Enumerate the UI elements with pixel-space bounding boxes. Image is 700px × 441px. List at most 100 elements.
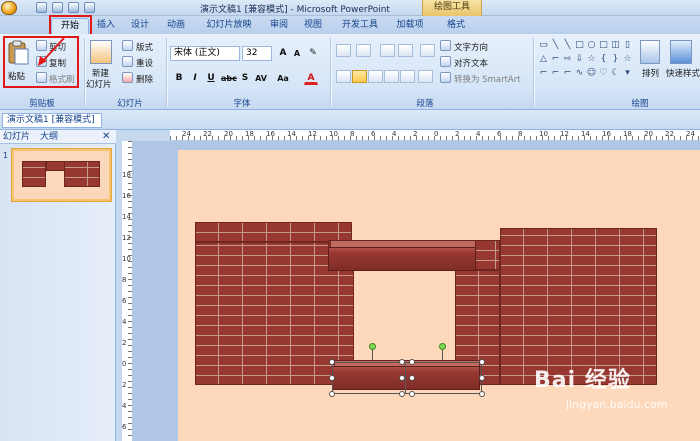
arrange-button[interactable]: 排列 <box>642 67 659 79</box>
shape-line2-icon[interactable]: ╲ <box>562 40 573 50</box>
grow-font-icon[interactable]: A <box>276 46 290 60</box>
char-spacing-icon[interactable]: AV <box>254 71 268 85</box>
shape-brace2-icon[interactable]: } <box>610 54 621 64</box>
shadow-icon[interactable]: S <box>238 71 252 85</box>
columns-icon[interactable] <box>418 70 433 83</box>
resize-handle-tr[interactable] <box>479 359 485 365</box>
tab-slides[interactable]: 幻灯片 <box>3 131 30 144</box>
resize-handle-br[interactable] <box>479 391 485 397</box>
tab-view[interactable]: 视图 <box>298 18 328 34</box>
delete-button[interactable]: 删除 <box>136 73 153 85</box>
resize-handle-tl[interactable] <box>329 359 335 365</box>
shape-corner-icon[interactable]: ⌐ <box>550 54 561 64</box>
shape-can-icon[interactable]: ▯ <box>622 40 633 50</box>
document-tab[interactable]: 演示文稿1 [兼容模式] <box>2 113 102 128</box>
quick-styles-icon[interactable] <box>670 40 692 64</box>
tab-format[interactable]: 格式 <box>440 18 472 34</box>
font-color-icon[interactable]: A <box>304 71 318 85</box>
resize-handle-mm[interactable] <box>399 375 405 381</box>
font-size-box[interactable]: 32 <box>242 46 272 61</box>
shape-triangle-icon[interactable]: △ <box>538 54 549 64</box>
resize-handle-tm2[interactable] <box>409 359 415 365</box>
tab-outline[interactable]: 大纲 <box>40 131 58 144</box>
increase-indent-icon[interactable] <box>398 44 413 57</box>
shape-curve-icon[interactable]: ∿ <box>574 68 585 78</box>
justify-icon[interactable] <box>384 70 399 83</box>
shape-connector2-icon[interactable]: ⌐ <box>562 68 573 78</box>
top-lintel-block[interactable] <box>328 247 476 271</box>
shape-heart-icon[interactable]: ♡ <box>598 68 609 78</box>
align-text-icon[interactable] <box>440 56 451 67</box>
undo-icon[interactable] <box>52 2 63 13</box>
shape-connector-icon[interactable]: ⌐ <box>550 68 561 78</box>
line-spacing-icon[interactable] <box>420 44 435 57</box>
smartart-icon[interactable] <box>440 72 451 83</box>
new-slide-label-2[interactable]: 幻灯片 <box>86 78 112 90</box>
shape-arrow-right-icon[interactable]: ⇨ <box>562 54 573 64</box>
numbering-icon[interactable] <box>356 44 371 57</box>
brick-wall-top-left[interactable] <box>195 222 352 242</box>
reset-button[interactable]: 重设 <box>136 57 153 69</box>
bullets-icon[interactable] <box>336 44 351 57</box>
italic-icon[interactable]: I <box>188 71 202 85</box>
tab-addins[interactable]: 加载项 <box>392 18 428 34</box>
shrink-font-icon[interactable]: A <box>290 46 304 60</box>
quick-access-more-icon[interactable] <box>84 2 95 13</box>
rotate-handle-right[interactable] <box>439 343 446 350</box>
text-direction-button[interactable]: 文字方向 <box>454 41 488 53</box>
layout-icon[interactable] <box>122 40 133 51</box>
strikethrough-icon[interactable]: abc <box>220 71 237 85</box>
clear-format-icon[interactable]: ✎ <box>306 46 320 60</box>
arrange-icon[interactable] <box>640 40 660 64</box>
shape-rect-icon[interactable]: ▭ <box>538 40 549 50</box>
shape-more-icon[interactable]: ▾ <box>622 68 633 78</box>
shapes-gallery[interactable]: ▭ ╲ ╲ □ ○ □ ◫ ▯ △ ⌐ ⇨ ⇩ ☆ { } ☆ ⌐ ⌐ ⌐ ∿ … <box>538 40 634 88</box>
tab-insert[interactable]: 插入 <box>92 18 120 34</box>
reset-icon[interactable] <box>122 56 133 67</box>
resize-handle-tm[interactable] <box>399 359 405 365</box>
resize-handle-ml[interactable] <box>329 375 335 381</box>
save-icon[interactable] <box>36 2 47 13</box>
resize-handle-mr[interactable] <box>479 375 485 381</box>
shape-brace-icon[interactable]: { <box>598 54 609 64</box>
layout-button[interactable]: 版式 <box>136 41 153 53</box>
resize-handle-bm[interactable] <box>399 391 405 397</box>
align-left-icon[interactable] <box>336 70 351 83</box>
rotate-handle-left[interactable] <box>369 343 376 350</box>
tab-slideshow[interactable]: 幻灯片放映 <box>198 18 260 34</box>
font-name-box[interactable]: 宋体 (正文) <box>170 46 240 61</box>
change-case-icon[interactable]: Aa <box>276 71 290 85</box>
tab-design[interactable]: 设计 <box>124 18 156 34</box>
align-center-icon[interactable] <box>352 70 367 83</box>
tab-animation[interactable]: 动画 <box>160 18 192 34</box>
tab-review[interactable]: 审阅 <box>264 18 294 34</box>
convert-smartart-button[interactable]: 转换为 SmartArt <box>454 73 521 85</box>
align-right-icon[interactable] <box>368 70 383 83</box>
shape-oval-icon[interactable]: ○ <box>586 40 597 50</box>
distribute-icon[interactable] <box>400 70 415 83</box>
shape-star-icon[interactable]: ☆ <box>586 54 597 64</box>
align-text-button[interactable]: 对齐文本 <box>454 57 488 69</box>
shape-cube-icon[interactable]: ◫ <box>610 40 621 50</box>
shape-smiley-icon[interactable]: ☺ <box>586 68 597 78</box>
delete-icon[interactable] <box>122 72 133 83</box>
shape-rect3-icon[interactable]: □ <box>598 40 609 50</box>
quick-styles-button[interactable]: 快速样式 <box>666 67 700 79</box>
shape-callout-icon[interactable]: ⌐ <box>538 68 549 78</box>
slide-thumbnail[interactable] <box>12 149 111 201</box>
office-button[interactable] <box>1 1 17 15</box>
shape-line-icon[interactable]: ╲ <box>550 40 561 50</box>
shape-star2-icon[interactable]: ☆ <box>622 54 633 64</box>
redo-icon[interactable] <box>68 2 79 13</box>
shape-moon-icon[interactable]: ☾ <box>610 68 621 78</box>
text-direction-icon[interactable] <box>440 40 451 51</box>
new-slide-icon[interactable] <box>90 40 112 64</box>
decrease-indent-icon[interactable] <box>380 44 395 57</box>
resize-handle-bm2[interactable] <box>409 391 415 397</box>
shape-rect2-icon[interactable]: □ <box>574 40 585 50</box>
resize-handle-mm2[interactable] <box>409 375 415 381</box>
underline-icon[interactable]: U <box>204 71 218 85</box>
tab-developer[interactable]: 开发工具 <box>335 18 385 34</box>
bold-icon[interactable]: B <box>172 71 186 85</box>
shape-arrow-down-icon[interactable]: ⇩ <box>574 54 585 64</box>
